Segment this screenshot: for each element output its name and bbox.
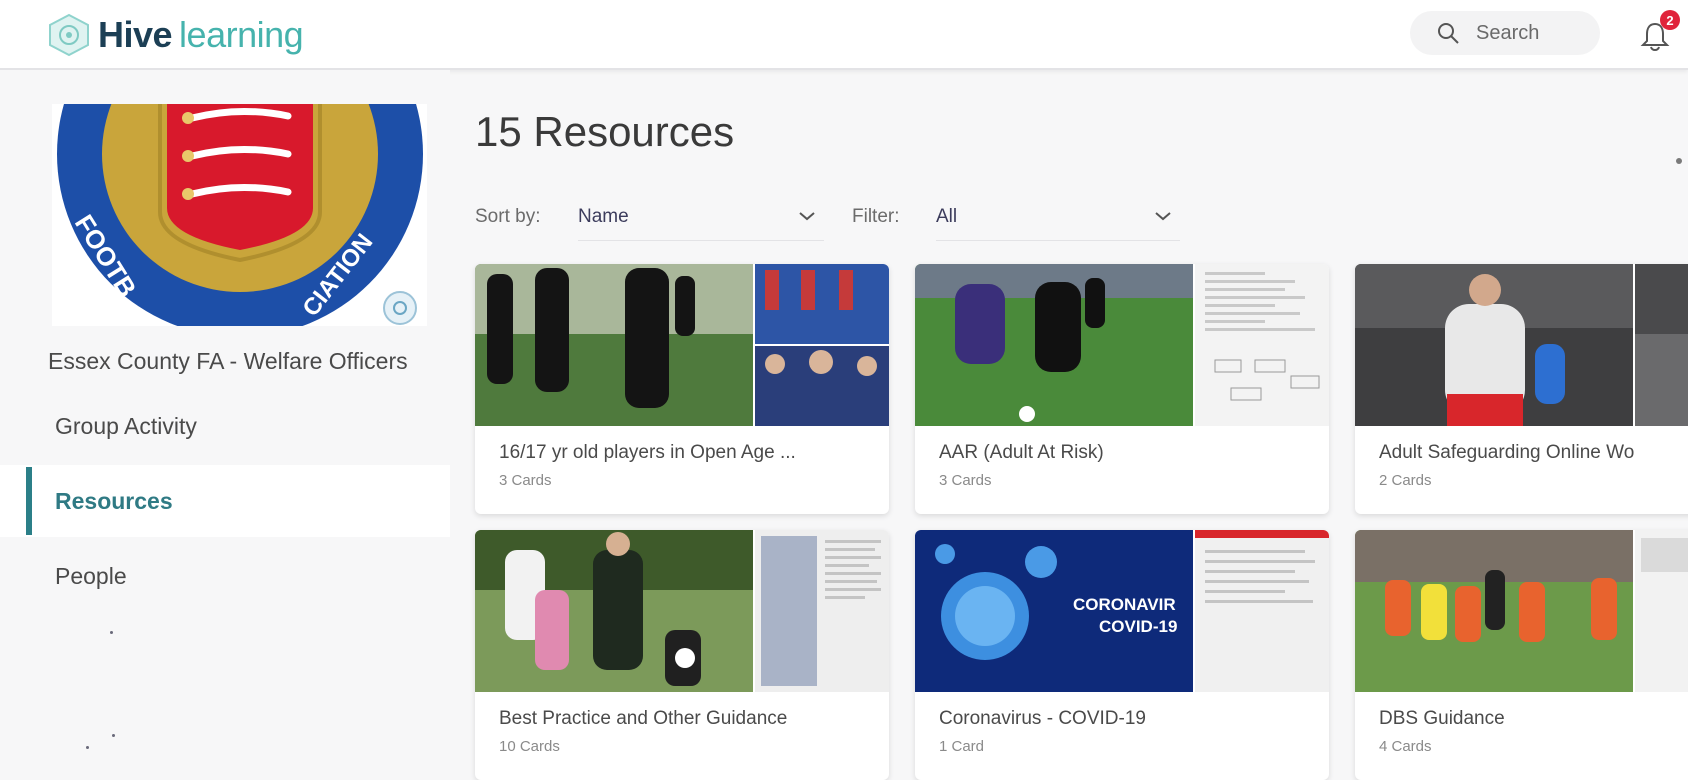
brand-name-secondary: learning (179, 14, 304, 55)
card-thumbnail (475, 530, 889, 692)
faded-nav-dot (86, 746, 89, 749)
card-title: Adult Safeguarding Online Wo (1379, 442, 1635, 463)
card-count: 4 Cards (1379, 738, 1432, 755)
card-title: Best Practice and Other Guidance (499, 708, 788, 729)
card-title: Coronavirus - COVID-19 (939, 708, 1146, 729)
card-title: DBS Guidance (1379, 708, 1505, 729)
card-count: 10 Cards (499, 738, 560, 755)
resource-card[interactable]: Adult Safeguarding Online Wo 2 Cards (1355, 264, 1688, 514)
overflow-indicator (1676, 158, 1682, 164)
resource-card[interactable]: CORONAVIR COVID-19 Coronavirus - COVID-1… (915, 530, 1329, 780)
nav-people[interactable]: People (0, 540, 450, 612)
faded-nav-dot (112, 734, 115, 737)
group-name: Essex County FA - Welfare Officers (48, 348, 408, 374)
card-count: 3 Cards (499, 472, 552, 489)
card-thumbnail (1355, 264, 1688, 426)
sort-dropdown[interactable]: Name (578, 196, 824, 241)
resource-card[interactable]: Best Practice and Other Guidance 10 Card… (475, 530, 889, 780)
hive-learning-logo[interactable]: Hive learning (46, 13, 304, 57)
search-box[interactable]: Search (1410, 11, 1600, 55)
search-placeholder: Search (1476, 21, 1540, 44)
card-thumbnail (1355, 530, 1688, 692)
resource-card[interactable]: DBS Guidance 4 Cards (1355, 530, 1688, 780)
resource-card[interactable]: 16/17 yr old players in Open Age ... 3 C… (475, 264, 889, 514)
sort-label: Sort by: (475, 206, 541, 227)
card-count: 3 Cards (939, 472, 992, 489)
chevron-down-icon (799, 212, 815, 221)
chevron-down-icon (1155, 212, 1171, 221)
faded-nav-dot (110, 631, 113, 634)
nav-group-activity[interactable]: Group Activity (0, 390, 450, 462)
card-thumbnail: CORONAVIR COVID-19 (915, 530, 1329, 692)
nav-label: Group Activity (55, 412, 197, 439)
card-count: 1 Card (939, 738, 985, 755)
nav-label: People (55, 562, 127, 589)
search-icon (1438, 23, 1459, 44)
sidebar: FOOTB CIATION Essex County FA - Welfare … (0, 70, 450, 757)
top-bar: Hive learning Search 2 (0, 0, 1688, 70)
card-title: AAR (Adult At Risk) (939, 442, 1104, 463)
covid-thumb-line2: COVID-19 (1099, 617, 1177, 636)
resource-card[interactable]: AAR (Adult At Risk) 3 Cards (915, 264, 1329, 514)
main-content: 15 Resources Sort by: Name Filter: All 1… (450, 70, 1688, 780)
card-title: 16/17 yr old players in Open Age ... (499, 442, 796, 463)
group-crest-image: FOOTB CIATION (52, 104, 427, 326)
nav-resources[interactable]: Resources (0, 465, 450, 537)
essex-fa-crest: FOOTB CIATION (52, 104, 427, 326)
covid-thumb-line1: CORONAVIR (1073, 595, 1176, 614)
filter-dropdown[interactable]: All (936, 196, 1180, 241)
hive-logo-icon (49, 13, 89, 57)
card-count: 2 Cards (1379, 472, 1432, 489)
sort-value: Name (578, 206, 629, 227)
notification-badge: 2 (1660, 10, 1680, 30)
page-title: 15 Resources (475, 108, 735, 155)
card-thumbnail (915, 264, 1329, 426)
nav-label: Resources (55, 487, 173, 514)
filter-value: All (936, 206, 958, 227)
card-thumbnail (475, 264, 889, 426)
filter-label: Filter: (852, 206, 900, 227)
brand-name-primary: Hive (98, 14, 173, 55)
